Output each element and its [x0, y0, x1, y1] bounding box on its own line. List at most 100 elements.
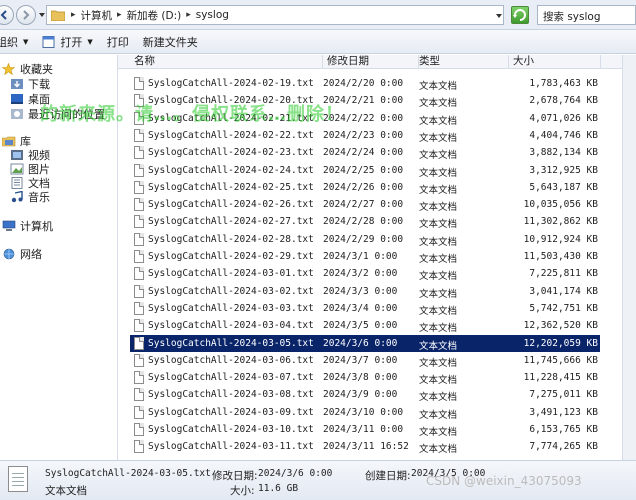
text-file-icon: [134, 198, 144, 212]
file-row[interactable]: SyslogCatchAll-2024-03-05.txt 2024/3/6 0:…: [130, 334, 600, 352]
column-name-header[interactable]: 名称: [130, 55, 323, 69]
file-row[interactable]: SyslogCatchAll-2024-03-11.txt 2024/3/11 1…: [130, 438, 600, 455]
file-size: 6,153,765 KB: [529, 424, 598, 435]
library-icon: [1, 135, 16, 147]
text-file-icon: [134, 250, 144, 263]
column-date-label: 修改日期: [327, 55, 369, 67]
file-modified-date: 2024/2/25 0:00: [323, 164, 404, 176]
file-type: 文本文档: [419, 357, 458, 369]
file-row[interactable]: SyslogCatchAll-2024-02-24.txt 2024/2/25 0…: [130, 162, 600, 179]
text-file-icon: [8, 466, 28, 492]
breadcrumb-folder[interactable]: syslog: [193, 9, 232, 21]
breadcrumb-drive[interactable]: 新加卷 (D:): [124, 8, 185, 23]
file-type: 文本文档: [419, 236, 458, 248]
file-size: 5,742,751 KB: [529, 302, 598, 314]
file-row[interactable]: SyslogCatchAll-2024-03-08.txt 2024/3/9 0:…: [130, 386, 600, 403]
file-row[interactable]: SyslogCatchAll-2024-03-03.txt 2024/3/4 0:…: [130, 300, 600, 317]
text-file-icon: [134, 319, 144, 333]
breadcrumb-separator-icon: ▸: [71, 10, 76, 20]
arrow-right-icon: [23, 10, 30, 20]
details-created-label: 创建日期:: [365, 470, 411, 482]
new-folder-button[interactable]: 新建文件夹: [136, 30, 205, 54]
nav-downloads[interactable]: 下载: [10, 76, 50, 92]
file-modified-date: 2024/3/2 0:00: [323, 268, 398, 280]
file-row[interactable]: SyslogCatchAll-2024-03-01.txt 2024/3/2 0:…: [130, 265, 600, 282]
breadcrumb-computer[interactable]: 计算机: [78, 8, 116, 23]
file-row[interactable]: SyslogCatchAll-2024-03-06.txt 2024/3/7 0:…: [130, 352, 600, 369]
vertical-scrollbar[interactable]: [622, 55, 636, 460]
file-modified-date: 2024/2/23 0:00: [323, 129, 404, 141]
file-row[interactable]: SyslogCatchAll-2024-02-27.txt 2024/2/28 0…: [130, 213, 600, 230]
back-button[interactable]: [0, 5, 14, 25]
text-file-icon: [134, 388, 144, 402]
file-row[interactable]: SyslogCatchAll-2024-02-23.txt 2024/2/24 0…: [130, 144, 600, 161]
nav-computer-label: 计算机: [20, 220, 53, 233]
nav-favorites-label: 收藏夹: [20, 63, 53, 76]
nav-favorites[interactable]: 收藏夹: [1, 61, 53, 77]
arrow-left-icon: [0, 10, 7, 20]
organize-button[interactable]: 组织 ▼: [0, 30, 35, 54]
file-type: 文本文档: [419, 392, 458, 404]
refresh-button[interactable]: [511, 6, 529, 24]
column-size-header[interactable]: 大小: [509, 55, 601, 69]
file-name: SyslogCatchAll-2024-03-08.txt: [148, 389, 314, 401]
file-type: 文本文档: [419, 254, 458, 265]
file-row[interactable]: SyslogCatchAll-2024-02-26.txt 2024/2/27 0…: [130, 196, 600, 213]
file-size: 11,503,430 KB: [523, 251, 598, 262]
refresh-icon: [513, 9, 526, 21]
file-modified-date: 2024/3/5 0:00: [323, 320, 398, 332]
file-size: 12,362,520 KB: [523, 320, 598, 332]
file-name: SyslogCatchAll-2024-03-10.txt: [148, 424, 314, 435]
file-row[interactable]: SyslogCatchAll-2024-03-09.txt 2024/3/10 0…: [130, 404, 600, 421]
text-file-icon: [134, 128, 144, 142]
search-input[interactable]: 搜索 syslog: [537, 5, 636, 25]
recent-places-icon: [10, 108, 24, 120]
video-icon: [10, 149, 24, 161]
nav-network[interactable]: 网络: [2, 246, 42, 262]
open-button[interactable]: 打开 ▼: [35, 30, 99, 54]
address-bar-row: ▸ 计算机 ▸ 新加卷 (D:) ▸ syslog 搜索 syslog: [0, 0, 636, 30]
details-modified-label: 修改日期:: [212, 470, 258, 482]
file-modified-date: 2024/2/29 0:00: [323, 233, 404, 245]
file-row[interactable]: SyslogCatchAll-2024-03-02.txt 2024/3/3 0:…: [130, 283, 600, 300]
nav-computer[interactable]: 计算机: [2, 218, 53, 234]
file-row[interactable]: SyslogCatchAll-2024-02-19.txt 2024/2/20 0…: [130, 75, 600, 92]
file-type: 文本文档: [419, 167, 458, 179]
file-list: SyslogCatchAll-2024-02-19.txt 2024/2/20 0…: [118, 69, 636, 460]
text-file-icon: [134, 336, 144, 350]
chevron-down-icon[interactable]: [38, 11, 46, 19]
file-row[interactable]: SyslogCatchAll-2024-02-25.txt 2024/2/26 0…: [130, 179, 600, 196]
details-size-label: 大小:: [230, 485, 255, 497]
file-row[interactable]: SyslogCatchAll-2024-02-29.txt 2024/3/1 0:…: [130, 248, 600, 265]
file-name: SyslogCatchAll-2024-02-26.txt: [148, 199, 314, 211]
column-type-header[interactable]: 类型: [415, 55, 509, 69]
file-size: 2,678,764 KB: [529, 95, 598, 107]
file-row[interactable]: SyslogCatchAll-2024-02-22.txt 2024/2/23 0…: [130, 127, 600, 144]
nav-music[interactable]: 音乐: [10, 189, 50, 205]
file-modified-date: 2024/3/4 0:00: [323, 302, 398, 314]
forward-button[interactable]: [16, 5, 36, 25]
chevron-down-icon[interactable]: [495, 12, 503, 20]
print-button[interactable]: 打印: [100, 30, 136, 54]
file-size: 1,783,463 KB: [529, 78, 598, 89]
file-type: 文本文档: [419, 219, 458, 231]
file-row[interactable]: SyslogCatchAll-2024-02-28.txt 2024/2/29 0…: [130, 231, 600, 248]
file-row[interactable]: SyslogCatchAll-2024-03-07.txt 2024/3/8 0:…: [130, 369, 600, 386]
file-size: 7,225,811 KB: [529, 268, 598, 280]
file-name: SyslogCatchAll-2024-03-05.txt: [148, 337, 314, 349]
column-date-header[interactable]: 修改日期: [323, 55, 419, 69]
file-modified-date: 2024/2/28 0:00: [323, 216, 404, 228]
file-size: 5,643,187 KB: [529, 181, 598, 193]
address-input[interactable]: ▸ 计算机 ▸ 新加卷 (D:) ▸ syslog: [46, 5, 504, 25]
file-modified-date: 2024/3/11 16:52: [323, 441, 409, 453]
file-name: SyslogCatchAll-2024-02-19.txt: [148, 78, 314, 89]
text-file-icon: [134, 180, 144, 194]
file-name: SyslogCatchAll-2024-03-04.txt: [148, 320, 314, 332]
file-type: 文本文档: [419, 427, 458, 438]
star-icon: [1, 62, 16, 76]
file-type: 文本文档: [419, 202, 458, 214]
file-row[interactable]: SyslogCatchAll-2024-03-04.txt 2024/3/5 0:…: [130, 317, 600, 334]
file-row[interactable]: SyslogCatchAll-2024-03-10.txt 2024/3/11 0…: [130, 421, 600, 438]
file-modified-date: 2024/3/10 0:00: [323, 406, 404, 418]
text-file-icon: [134, 353, 144, 367]
